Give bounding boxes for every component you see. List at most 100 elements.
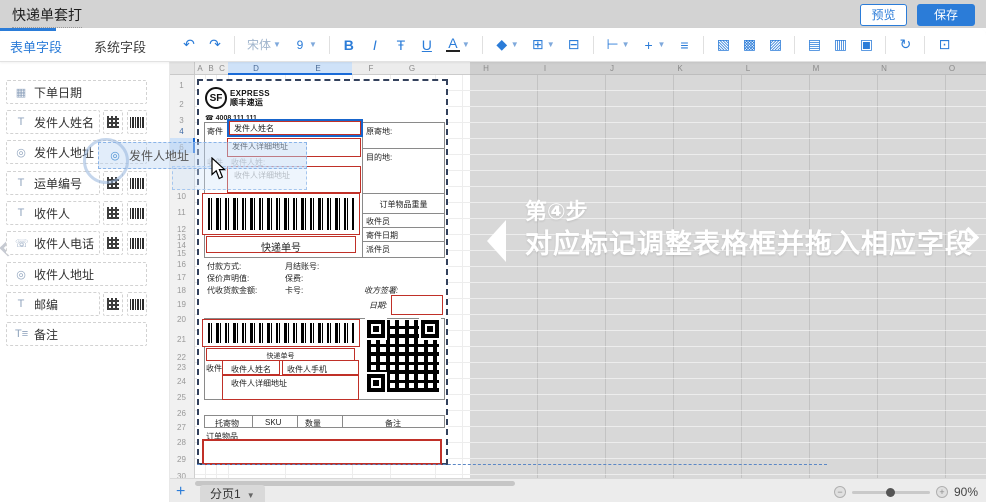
- doc-icon[interactable]: ▤: [807, 36, 821, 53]
- row-header-20[interactable]: 20: [170, 315, 193, 324]
- row-header-16[interactable]: 16: [170, 260, 193, 269]
- duplicate-icon[interactable]: ⊡: [937, 36, 951, 53]
- sidebar-field-1[interactable]: ▦下单日期: [6, 80, 147, 104]
- sender-name-field[interactable]: 发件人姓名: [229, 121, 361, 135]
- column-header-B[interactable]: B: [208, 64, 213, 73]
- image-icon[interactable]: ▧: [716, 36, 730, 53]
- column-header-G[interactable]: G: [409, 64, 415, 73]
- row-header-19[interactable]: 19: [170, 300, 193, 309]
- column-header-J[interactable]: J: [610, 64, 614, 73]
- sidebar-field-9[interactable]: T≡备注: [6, 322, 147, 346]
- row-header-25[interactable]: 25: [170, 393, 193, 402]
- underline-icon[interactable]: U: [420, 37, 434, 53]
- merge-cells-icon[interactable]: ⊟: [567, 36, 581, 53]
- font-color-icon[interactable]: A▼: [446, 37, 470, 52]
- row-header-21[interactable]: 21: [170, 335, 193, 344]
- column-header-M[interactable]: M: [813, 64, 820, 73]
- sidebar-field-5[interactable]: T收件人: [6, 201, 100, 225]
- row-header-17[interactable]: 17: [170, 273, 193, 282]
- borders-icon[interactable]: ⊞▼: [531, 36, 555, 53]
- barcode-chip[interactable]: [127, 110, 147, 134]
- save-button[interactable]: 保存: [917, 4, 975, 26]
- shipping-label-sheet[interactable]: SF EXPRESS 顺丰速运 ☎ 4008 111 111 原寄地: 目的地:…: [197, 79, 448, 465]
- row-header-18[interactable]: 18: [170, 286, 193, 295]
- row-header-24[interactable]: 24: [170, 377, 193, 386]
- barcode-chip[interactable]: [127, 171, 147, 195]
- recv-addr-field[interactable]: 收件人详细地址: [222, 375, 359, 400]
- barcode-chip[interactable]: [127, 231, 147, 255]
- redo-icon[interactable]: ↷: [208, 36, 222, 53]
- row-header-1[interactable]: 1: [170, 81, 193, 90]
- sidebar-field-8[interactable]: T邮编: [6, 292, 100, 316]
- row-header-4[interactable]: 4: [170, 127, 193, 136]
- undo-icon[interactable]: ↶: [182, 36, 196, 53]
- barcode-chip[interactable]: [127, 292, 147, 316]
- column-header-A[interactable]: A: [197, 64, 202, 73]
- column-header-I[interactable]: I: [544, 64, 546, 73]
- outdent-icon[interactable]: ≡: [677, 37, 691, 53]
- column-header-D[interactable]: D: [253, 64, 259, 73]
- qr-chip[interactable]: [103, 292, 123, 316]
- sidebar-field-2[interactable]: T发件人姓名: [6, 110, 100, 134]
- row-header-22[interactable]: 22: [170, 353, 193, 362]
- tab-system-fields[interactable]: 系统字段: [94, 37, 146, 56]
- column-header-E[interactable]: E: [315, 64, 320, 73]
- sheet-canvas[interactable]: 1234610111213141516171819202122232425262…: [170, 62, 986, 478]
- qr-chip[interactable]: [103, 231, 123, 255]
- column-header-N[interactable]: N: [881, 64, 887, 73]
- recv-name-field[interactable]: 收件人姓名: [222, 360, 280, 375]
- fill-color-icon[interactable]: ◆▼: [495, 36, 519, 53]
- zoom-in-button[interactable]: +: [936, 486, 948, 498]
- row-header-strip[interactable]: 1234610111213141516171819202122232425262…: [170, 75, 195, 478]
- italic-icon[interactable]: I: [368, 37, 382, 53]
- column-header-C[interactable]: C: [219, 64, 225, 73]
- row-header-11[interactable]: 11: [170, 208, 193, 217]
- row-header-3[interactable]: 3: [170, 116, 193, 125]
- font-size-select[interactable]: 9▼: [293, 38, 317, 52]
- align-icon[interactable]: ⊢▼: [606, 36, 630, 53]
- zoom-slider-thumb[interactable]: [886, 488, 895, 497]
- doc-vertical-icon[interactable]: ▥: [833, 36, 847, 53]
- add-sheet-button[interactable]: +: [176, 483, 185, 501]
- doc-border-icon[interactable]: ▣: [859, 36, 873, 53]
- image-filled-icon[interactable]: ▩: [742, 36, 756, 53]
- zoom-slider[interactable]: [852, 491, 930, 494]
- sidebar-field-4[interactable]: T运单编号: [6, 171, 100, 195]
- row-header-29[interactable]: 29: [170, 455, 193, 464]
- barcode-chip[interactable]: [127, 201, 147, 225]
- row-header-28[interactable]: 28: [170, 438, 193, 447]
- qr-chip[interactable]: [103, 201, 123, 225]
- order-goods-field[interactable]: [202, 439, 442, 465]
- strikethrough-icon[interactable]: Ŧ: [394, 37, 408, 53]
- select-all-corner[interactable]: [170, 62, 195, 75]
- font-family-select[interactable]: 宋体▼: [247, 36, 281, 53]
- column-header-L[interactable]: L: [746, 64, 750, 73]
- row-header-10[interactable]: 10: [170, 192, 193, 201]
- qr-chip[interactable]: [103, 110, 123, 134]
- sheet-tab[interactable]: 分页1▼: [200, 485, 265, 502]
- chart-image-icon[interactable]: ▨: [768, 36, 782, 53]
- preview-button[interactable]: 预览: [860, 4, 907, 26]
- sidebar-field-6[interactable]: ☏收件人电话: [6, 231, 100, 255]
- insert-icon[interactable]: +▼: [642, 37, 666, 53]
- row-header-23[interactable]: 23: [170, 363, 193, 372]
- column-header-K[interactable]: K: [677, 64, 682, 73]
- row-header-26[interactable]: 26: [170, 409, 193, 418]
- date-field[interactable]: [391, 295, 443, 315]
- row-header-2[interactable]: 2: [170, 100, 193, 109]
- sidebar-field-7[interactable]: ◎收件人地址: [6, 262, 147, 286]
- sheet-tab-caret-icon[interactable]: ▼: [247, 491, 255, 500]
- refresh-icon[interactable]: ↻: [898, 36, 912, 53]
- row-header-27[interactable]: 27: [170, 423, 193, 432]
- barcode-bottom[interactable]: [202, 319, 360, 347]
- column-header-strip-gray[interactable]: [470, 62, 986, 75]
- waybill-field[interactable]: 快递单号: [206, 236, 356, 253]
- row-header-15[interactable]: 15: [170, 249, 193, 258]
- column-header-O[interactable]: O: [949, 64, 955, 73]
- column-header-H[interactable]: H: [483, 64, 489, 73]
- selected-cell-outline[interactable]: 发件人姓名: [227, 119, 363, 137]
- zoom-out-button[interactable]: −: [834, 486, 846, 498]
- recv-phone-field[interactable]: 收件人手机: [282, 360, 359, 375]
- barcode-top[interactable]: [202, 193, 360, 235]
- tab-form-fields[interactable]: 表单字段: [10, 37, 62, 56]
